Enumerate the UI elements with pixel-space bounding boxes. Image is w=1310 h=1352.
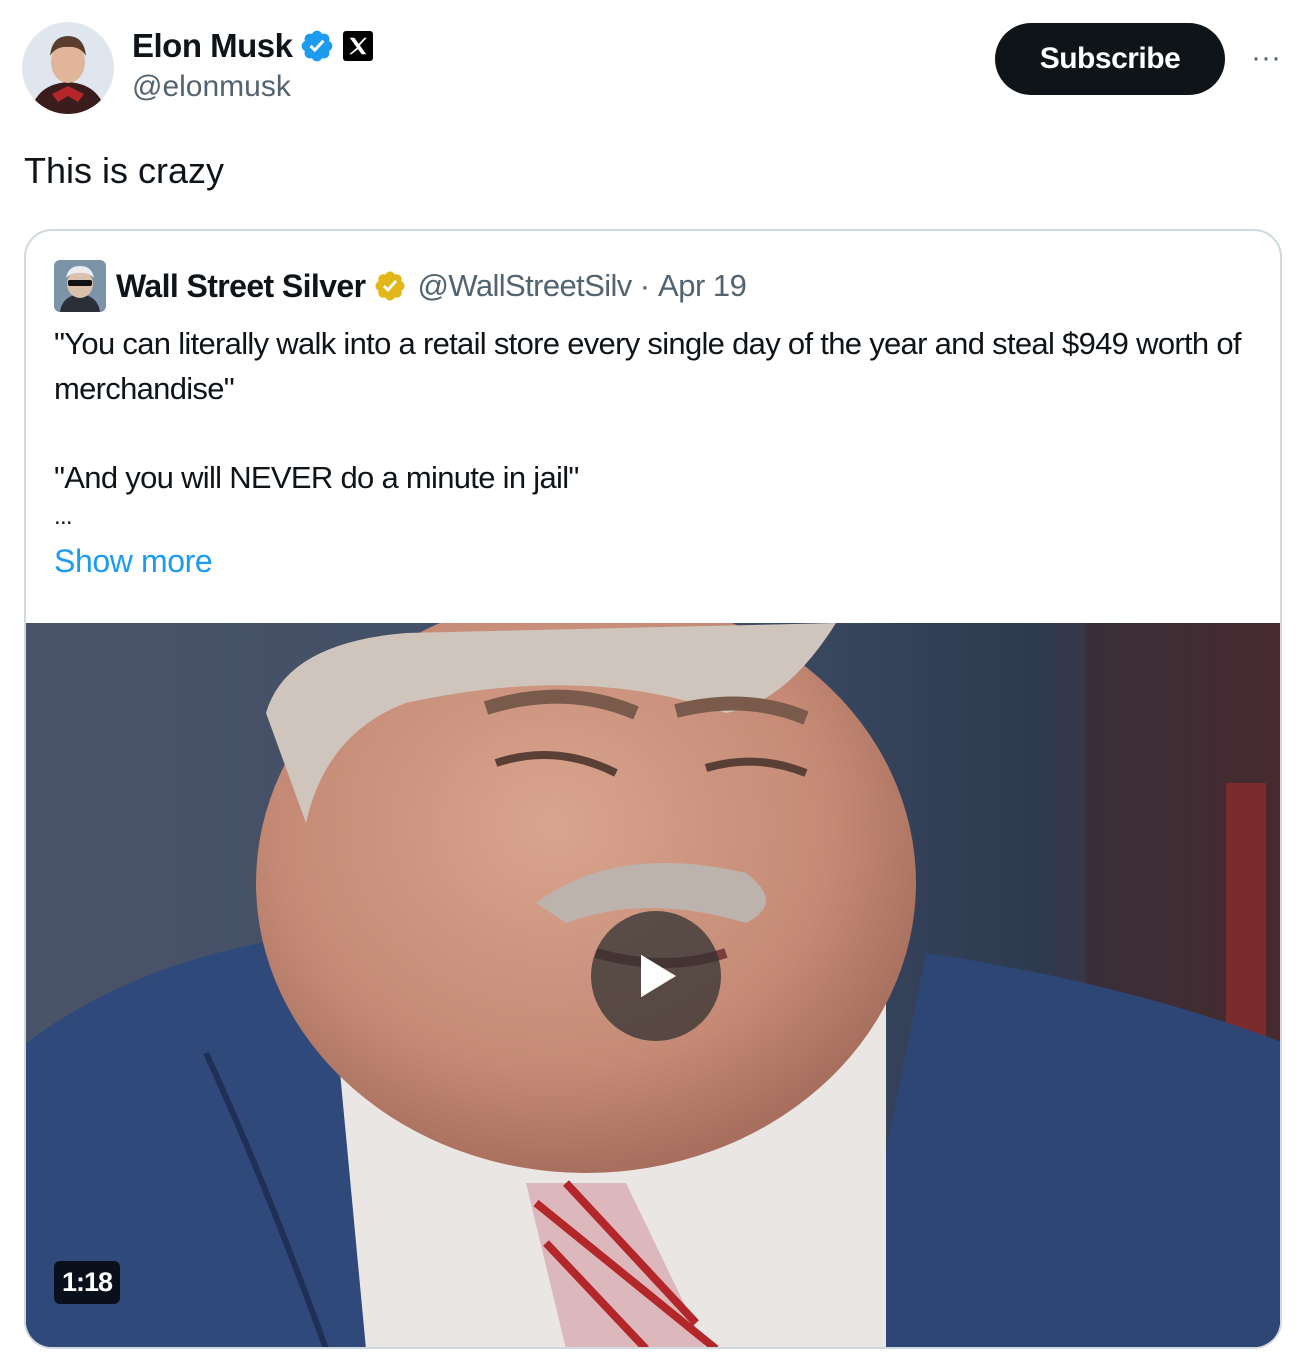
- show-more-link[interactable]: Show more: [54, 543, 213, 580]
- subscribe-button[interactable]: Subscribe: [995, 23, 1225, 95]
- quoted-post[interactable]: Wall Street Silver @WallStreetSilv · Apr…: [24, 229, 1282, 1349]
- quoted-author-avatar[interactable]: [54, 260, 106, 312]
- author-name-row: Elon Musk: [132, 26, 373, 66]
- author-name[interactable]: Elon Musk: [132, 27, 293, 65]
- author-handle[interactable]: @elonmusk: [132, 70, 291, 104]
- more-icon[interactable]: ···: [1244, 36, 1288, 80]
- gold-verified-badge-icon: [375, 271, 405, 301]
- quoted-text-line: "You can literally walk into a retail st…: [54, 326, 1242, 406]
- author-avatar[interactable]: [22, 22, 114, 114]
- quoted-ellipsis: ...: [54, 503, 73, 530]
- quoted-header: Wall Street Silver @WallStreetSilv · Apr…: [54, 260, 747, 312]
- quoted-text: "You can literally walk into a retail st…: [54, 321, 1254, 532]
- video-duration: 1:18: [54, 1261, 121, 1304]
- quoted-date[interactable]: Apr 19: [658, 268, 747, 304]
- separator-dot: ·: [639, 268, 651, 303]
- post-header: Elon Musk @elonmusk Subscribe ···: [22, 22, 1288, 114]
- video-player[interactable]: 1:18: [26, 623, 1280, 1347]
- x-logo-icon[interactable]: [342, 31, 373, 61]
- quoted-author-name[interactable]: Wall Street Silver: [116, 268, 366, 305]
- quoted-author-handle[interactable]: @WallStreetSilv: [417, 268, 632, 304]
- quoted-text-line: "And you will NEVER do a minute in jail": [54, 460, 579, 495]
- verified-badge-icon: [301, 30, 332, 62]
- play-icon[interactable]: [591, 911, 721, 1041]
- post-text: This is crazy: [24, 150, 225, 191]
